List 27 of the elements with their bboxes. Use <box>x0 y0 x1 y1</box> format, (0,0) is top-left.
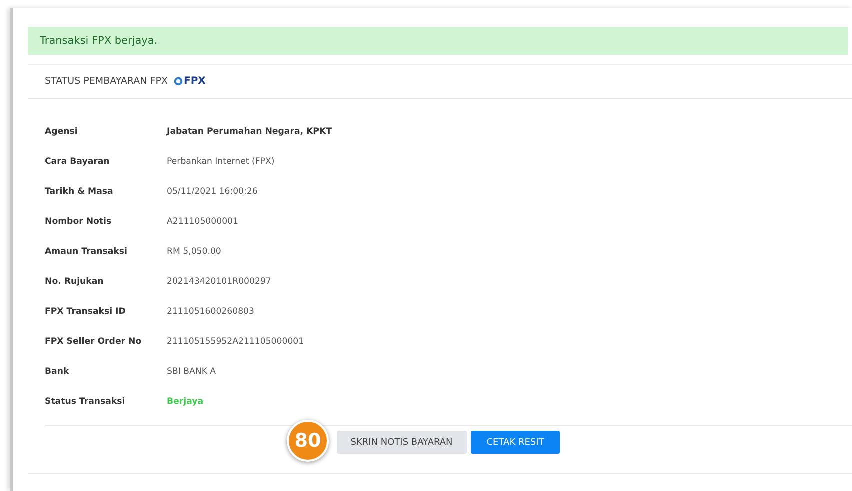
field-value: Perbankan Internet (FPX) <box>167 157 276 167</box>
field-value: 211105155952A211105000001 <box>167 337 306 347</box>
field-label: No. Rujukan <box>45 277 105 287</box>
field-label: FPX Seller Order No <box>45 337 143 347</box>
field-value: SBI BANK A <box>167 367 218 377</box>
field-label: Bank <box>45 367 70 377</box>
status-value: Berjaya <box>167 397 204 407</box>
field-label: Cara Bayaran <box>45 157 111 167</box>
field-label: Agensi <box>45 127 79 137</box>
field-value: RM 5,050.00 <box>167 247 222 257</box>
fpx-logo-icon <box>174 77 183 86</box>
field-value: Jabatan Perumahan Negara, KPKT <box>167 127 333 137</box>
card-title: STATUS PEMBAYARAN FPX <box>45 76 168 87</box>
field-label: Amaun Transaksi <box>45 247 128 257</box>
field-value: 05/11/2021 16:00:26 <box>167 187 259 197</box>
fpx-logo-text: FPX <box>184 76 206 87</box>
field-label: Nombor Notis <box>45 217 113 227</box>
field-value: A211105000001 <box>167 217 240 227</box>
field-value: 2111051600260803 <box>167 307 256 317</box>
field-label: Status Transaksi <box>45 397 126 407</box>
field-value: 202143420101R000297 <box>167 277 272 287</box>
field-label: Tarikh & Masa <box>45 187 114 197</box>
print-receipt-button[interactable]: CETAK RESIT <box>470 431 560 454</box>
step-badge: 80 <box>287 420 329 462</box>
field-label: FPX Transaksi ID <box>45 307 127 317</box>
success-alert: Transaksi FPX berjaya. <box>28 27 848 55</box>
notice-screen-button[interactable]: SKRIN NOTIS BAYARAN <box>336 431 467 454</box>
